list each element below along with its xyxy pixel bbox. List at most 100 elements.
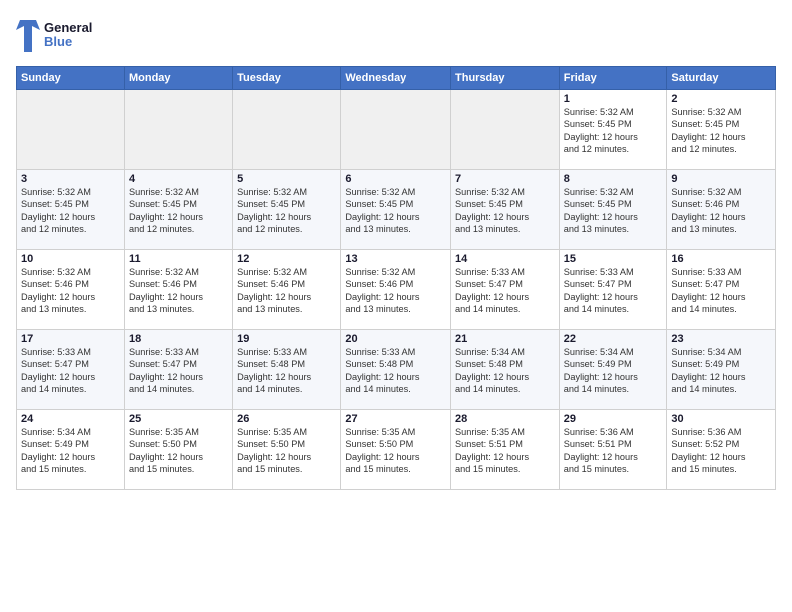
day-info: Sunrise: 5:32 AM Sunset: 5:45 PM Dayligh… bbox=[671, 106, 771, 156]
day-info: Sunrise: 5:34 AM Sunset: 5:49 PM Dayligh… bbox=[564, 346, 663, 396]
calendar-cell bbox=[451, 90, 560, 170]
calendar-cell bbox=[233, 90, 341, 170]
day-number: 20 bbox=[345, 333, 446, 345]
calendar-header-row: SundayMondayTuesdayWednesdayThursdayFrid… bbox=[17, 67, 776, 90]
calendar-cell: 12Sunrise: 5:32 AM Sunset: 5:46 PM Dayli… bbox=[233, 250, 341, 330]
day-info: Sunrise: 5:32 AM Sunset: 5:46 PM Dayligh… bbox=[345, 266, 446, 316]
day-info: Sunrise: 5:32 AM Sunset: 5:45 PM Dayligh… bbox=[564, 186, 663, 236]
day-number: 27 bbox=[345, 413, 446, 425]
day-info: Sunrise: 5:36 AM Sunset: 5:51 PM Dayligh… bbox=[564, 426, 663, 476]
day-info: Sunrise: 5:32 AM Sunset: 5:45 PM Dayligh… bbox=[564, 106, 663, 156]
calendar-cell: 14Sunrise: 5:33 AM Sunset: 5:47 PM Dayli… bbox=[451, 250, 560, 330]
day-info: Sunrise: 5:34 AM Sunset: 5:49 PM Dayligh… bbox=[21, 426, 120, 476]
day-info: Sunrise: 5:33 AM Sunset: 5:48 PM Dayligh… bbox=[345, 346, 446, 396]
calendar-cell: 3Sunrise: 5:32 AM Sunset: 5:45 PM Daylig… bbox=[17, 170, 125, 250]
calendar-cell: 30Sunrise: 5:36 AM Sunset: 5:52 PM Dayli… bbox=[667, 410, 776, 490]
day-number: 24 bbox=[21, 413, 120, 425]
day-number: 19 bbox=[237, 333, 336, 345]
day-number: 6 bbox=[345, 173, 446, 185]
day-number: 13 bbox=[345, 253, 446, 265]
day-info: Sunrise: 5:35 AM Sunset: 5:50 PM Dayligh… bbox=[237, 426, 336, 476]
calendar-cell: 8Sunrise: 5:32 AM Sunset: 5:45 PM Daylig… bbox=[559, 170, 667, 250]
day-header: Monday bbox=[124, 67, 232, 90]
calendar-cell: 6Sunrise: 5:32 AM Sunset: 5:45 PM Daylig… bbox=[341, 170, 451, 250]
calendar-cell: 7Sunrise: 5:32 AM Sunset: 5:45 PM Daylig… bbox=[451, 170, 560, 250]
day-info: Sunrise: 5:33 AM Sunset: 5:47 PM Dayligh… bbox=[21, 346, 120, 396]
calendar-cell: 28Sunrise: 5:35 AM Sunset: 5:51 PM Dayli… bbox=[451, 410, 560, 490]
calendar-week-row: 17Sunrise: 5:33 AM Sunset: 5:47 PM Dayli… bbox=[17, 330, 776, 410]
calendar-cell: 17Sunrise: 5:33 AM Sunset: 5:47 PM Dayli… bbox=[17, 330, 125, 410]
logo: General Blue bbox=[16, 16, 106, 56]
calendar-cell: 16Sunrise: 5:33 AM Sunset: 5:47 PM Dayli… bbox=[667, 250, 776, 330]
day-number: 12 bbox=[237, 253, 336, 265]
day-info: Sunrise: 5:32 AM Sunset: 5:45 PM Dayligh… bbox=[345, 186, 446, 236]
day-number: 23 bbox=[671, 333, 771, 345]
day-number: 4 bbox=[129, 173, 228, 185]
day-info: Sunrise: 5:34 AM Sunset: 5:48 PM Dayligh… bbox=[455, 346, 555, 396]
day-number: 2 bbox=[671, 93, 771, 105]
day-number: 10 bbox=[21, 253, 120, 265]
day-number: 21 bbox=[455, 333, 555, 345]
calendar-cell: 13Sunrise: 5:32 AM Sunset: 5:46 PM Dayli… bbox=[341, 250, 451, 330]
svg-text:General: General bbox=[44, 20, 92, 35]
day-number: 30 bbox=[671, 413, 771, 425]
day-number: 29 bbox=[564, 413, 663, 425]
day-info: Sunrise: 5:34 AM Sunset: 5:49 PM Dayligh… bbox=[671, 346, 771, 396]
day-info: Sunrise: 5:35 AM Sunset: 5:50 PM Dayligh… bbox=[129, 426, 228, 476]
calendar-cell: 9Sunrise: 5:32 AM Sunset: 5:46 PM Daylig… bbox=[667, 170, 776, 250]
day-number: 18 bbox=[129, 333, 228, 345]
day-info: Sunrise: 5:33 AM Sunset: 5:47 PM Dayligh… bbox=[671, 266, 771, 316]
day-info: Sunrise: 5:33 AM Sunset: 5:48 PM Dayligh… bbox=[237, 346, 336, 396]
calendar-cell: 19Sunrise: 5:33 AM Sunset: 5:48 PM Dayli… bbox=[233, 330, 341, 410]
day-number: 22 bbox=[564, 333, 663, 345]
calendar-cell: 15Sunrise: 5:33 AM Sunset: 5:47 PM Dayli… bbox=[559, 250, 667, 330]
day-header: Saturday bbox=[667, 67, 776, 90]
logo-svg: General Blue bbox=[16, 16, 106, 56]
day-info: Sunrise: 5:32 AM Sunset: 5:46 PM Dayligh… bbox=[237, 266, 336, 316]
calendar-cell: 5Sunrise: 5:32 AM Sunset: 5:45 PM Daylig… bbox=[233, 170, 341, 250]
day-info: Sunrise: 5:35 AM Sunset: 5:50 PM Dayligh… bbox=[345, 426, 446, 476]
calendar-cell: 20Sunrise: 5:33 AM Sunset: 5:48 PM Dayli… bbox=[341, 330, 451, 410]
header: General Blue bbox=[16, 16, 776, 56]
day-number: 3 bbox=[21, 173, 120, 185]
day-info: Sunrise: 5:32 AM Sunset: 5:45 PM Dayligh… bbox=[21, 186, 120, 236]
day-number: 28 bbox=[455, 413, 555, 425]
calendar-cell: 18Sunrise: 5:33 AM Sunset: 5:47 PM Dayli… bbox=[124, 330, 232, 410]
calendar-cell: 22Sunrise: 5:34 AM Sunset: 5:49 PM Dayli… bbox=[559, 330, 667, 410]
day-number: 7 bbox=[455, 173, 555, 185]
day-info: Sunrise: 5:32 AM Sunset: 5:46 PM Dayligh… bbox=[21, 266, 120, 316]
page: General Blue SundayMondayTuesdayWednesda… bbox=[0, 0, 792, 612]
calendar-cell: 24Sunrise: 5:34 AM Sunset: 5:49 PM Dayli… bbox=[17, 410, 125, 490]
day-header: Wednesday bbox=[341, 67, 451, 90]
day-info: Sunrise: 5:33 AM Sunset: 5:47 PM Dayligh… bbox=[129, 346, 228, 396]
day-number: 15 bbox=[564, 253, 663, 265]
calendar-cell: 29Sunrise: 5:36 AM Sunset: 5:51 PM Dayli… bbox=[559, 410, 667, 490]
day-info: Sunrise: 5:32 AM Sunset: 5:45 PM Dayligh… bbox=[129, 186, 228, 236]
day-number: 26 bbox=[237, 413, 336, 425]
day-header: Tuesday bbox=[233, 67, 341, 90]
day-header: Thursday bbox=[451, 67, 560, 90]
day-info: Sunrise: 5:32 AM Sunset: 5:46 PM Dayligh… bbox=[129, 266, 228, 316]
calendar-cell: 11Sunrise: 5:32 AM Sunset: 5:46 PM Dayli… bbox=[124, 250, 232, 330]
calendar-cell bbox=[17, 90, 125, 170]
day-info: Sunrise: 5:36 AM Sunset: 5:52 PM Dayligh… bbox=[671, 426, 771, 476]
day-info: Sunrise: 5:32 AM Sunset: 5:45 PM Dayligh… bbox=[237, 186, 336, 236]
calendar-week-row: 1Sunrise: 5:32 AM Sunset: 5:45 PM Daylig… bbox=[17, 90, 776, 170]
calendar-cell: 4Sunrise: 5:32 AM Sunset: 5:45 PM Daylig… bbox=[124, 170, 232, 250]
calendar-cell: 27Sunrise: 5:35 AM Sunset: 5:50 PM Dayli… bbox=[341, 410, 451, 490]
calendar-cell: 23Sunrise: 5:34 AM Sunset: 5:49 PM Dayli… bbox=[667, 330, 776, 410]
calendar-table: SundayMondayTuesdayWednesdayThursdayFrid… bbox=[16, 66, 776, 490]
calendar-week-row: 3Sunrise: 5:32 AM Sunset: 5:45 PM Daylig… bbox=[17, 170, 776, 250]
calendar-cell: 26Sunrise: 5:35 AM Sunset: 5:50 PM Dayli… bbox=[233, 410, 341, 490]
day-number: 9 bbox=[671, 173, 771, 185]
calendar-cell: 2Sunrise: 5:32 AM Sunset: 5:45 PM Daylig… bbox=[667, 90, 776, 170]
day-info: Sunrise: 5:35 AM Sunset: 5:51 PM Dayligh… bbox=[455, 426, 555, 476]
day-number: 11 bbox=[129, 253, 228, 265]
day-number: 14 bbox=[455, 253, 555, 265]
day-number: 1 bbox=[564, 93, 663, 105]
svg-text:Blue: Blue bbox=[44, 34, 72, 49]
calendar-cell bbox=[124, 90, 232, 170]
calendar-cell bbox=[341, 90, 451, 170]
day-header: Sunday bbox=[17, 67, 125, 90]
calendar-cell: 25Sunrise: 5:35 AM Sunset: 5:50 PM Dayli… bbox=[124, 410, 232, 490]
